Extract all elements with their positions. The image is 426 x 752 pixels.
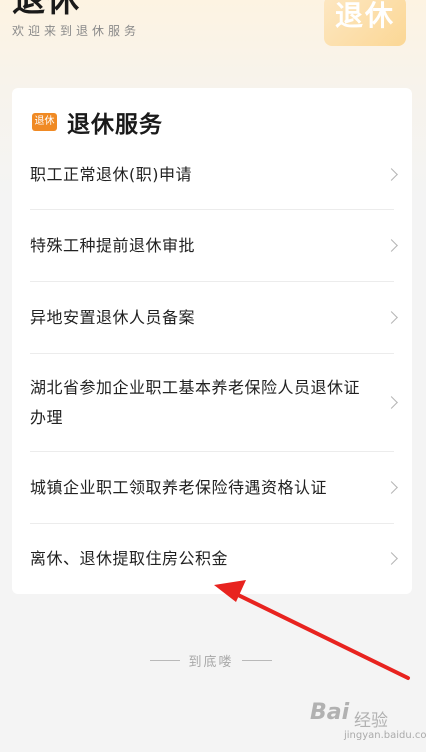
watermark-subtitle: 经验 — [354, 711, 388, 731]
annotation-arrow-icon — [214, 580, 410, 680]
annotation-arrow-shaft — [230, 590, 410, 680]
watermark-url: jingyan.baidu.com — [344, 730, 426, 741]
watermark-logo: Bai 经验 jingyan.baidu.com — [306, 700, 426, 748]
watermark-brand: Bai — [310, 700, 350, 725]
